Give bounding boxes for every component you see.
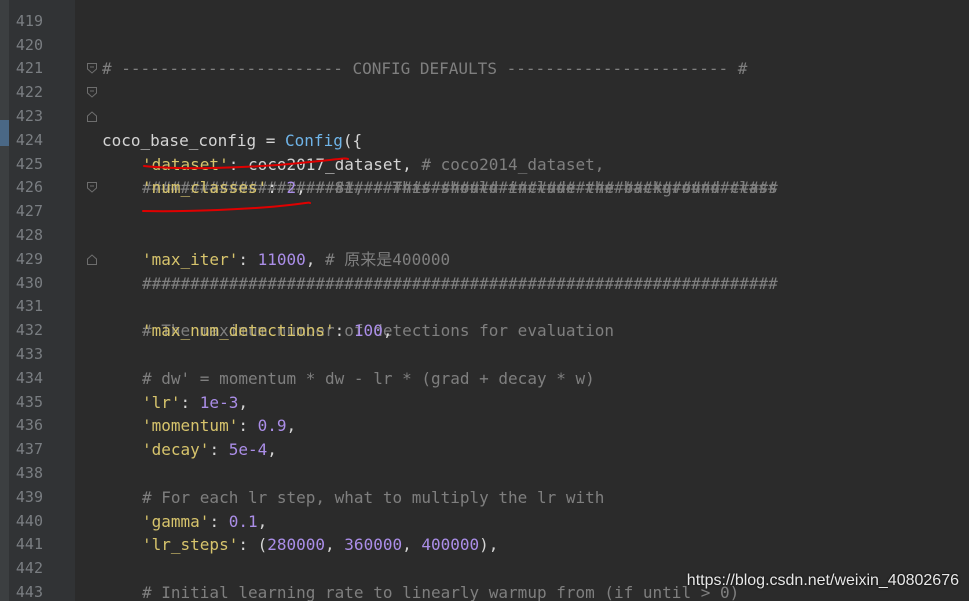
code-line[interactable]: 428 [0, 200, 969, 244]
code-line[interactable]: 441 [0, 510, 969, 553]
code-editor[interactable]: 419 420 # ----------------------- CONFIG… [0, 0, 969, 601]
code-line[interactable]: 437 [0, 414, 969, 458]
code-line[interactable]: 424 ####################################… [0, 105, 969, 197]
code-line[interactable]: 438 # For each lr step, what to multiply… [0, 438, 969, 507]
code-line[interactable]: 426 [0, 153, 969, 196]
code-line[interactable]: 434 'lr': 1e-3, [0, 343, 969, 412]
code-line[interactable]: 433 # dw' = momentum * dw - lr * (grad +… [0, 319, 969, 388]
code-line[interactable]: 432 [0, 295, 969, 339]
code-line[interactable]: 439 'gamma': 0.1, [0, 462, 969, 531]
code-line[interactable]: 430 # The maximum number of detections f… [0, 248, 969, 340]
fold-open-icon[interactable] [87, 87, 97, 98]
code-lines: 419 420 # ----------------------- CONFIG… [0, 0, 969, 601]
code-line[interactable]: 421 [0, 34, 969, 77]
code-line[interactable]: 436 'decay': 5e-4, [0, 391, 969, 459]
code-line[interactable]: 427 'max_iter': 11000, # 原来是400000 [0, 176, 969, 269]
fold-close-icon[interactable] [87, 254, 97, 265]
code-line[interactable]: 442 # Initial learning rate to linearly … [0, 533, 969, 601]
code-line[interactable]: 422 coco_base_config = Config({ [0, 57, 969, 150]
fold-close-icon[interactable] [87, 111, 97, 122]
code-line[interactable]: 425 'num_classes': 2, # 81, # This shoul… [0, 129, 969, 198]
code-line[interactable]: 435 'momentum': 0.9, [0, 367, 969, 436]
fold-open-icon[interactable] [87, 182, 97, 194]
watermark: https://blog.csdn.net/weixin_40802676 [686, 572, 959, 589]
code-line[interactable]: 420 # ----------------------- CONFIG DEF… [0, 10, 969, 79]
code-line[interactable]: 431 'max_num_detections': 100, [0, 272, 969, 340]
fold-open-icon[interactable] [87, 63, 97, 75]
code-line[interactable]: 419 [0, 0, 969, 30]
code-line[interactable]: 429 ####################################… [0, 224, 969, 293]
code-line[interactable]: 440 'lr_steps': (280000, 360000, 400000)… [0, 486, 969, 555]
code-line[interactable]: 423 'dataset': coco2017_dataset, # coco2… [0, 81, 969, 174]
